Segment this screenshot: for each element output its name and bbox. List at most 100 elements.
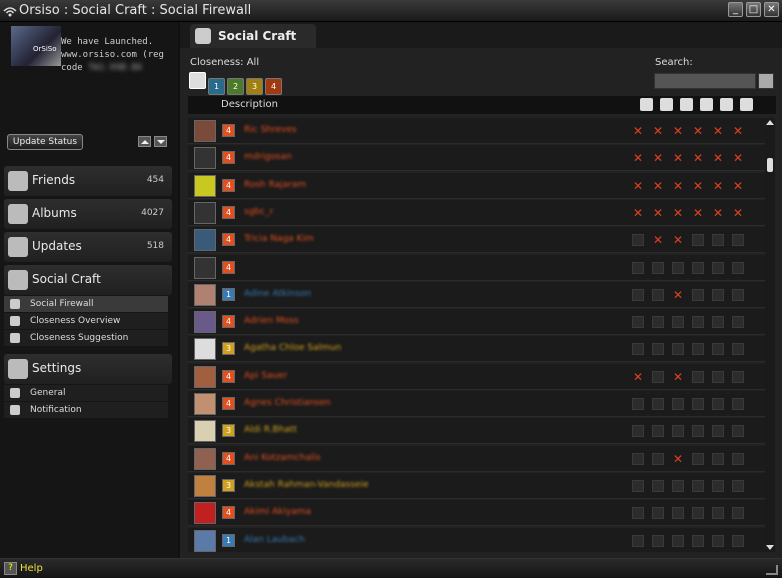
allowed-icon[interactable]: [732, 261, 744, 274]
friend-name[interactable]: Adrien Moss: [244, 316, 299, 326]
allowed-icon[interactable]: [712, 534, 724, 547]
allowed-icon[interactable]: [632, 452, 644, 465]
friend-name[interactable]: Agatha Chloe Salmun: [244, 343, 341, 353]
allowed-icon[interactable]: [652, 507, 664, 520]
allowed-icon[interactable]: [732, 452, 744, 465]
blocked-icon[interactable]: ✕: [732, 125, 744, 137]
table-row[interactable]: 4 Ric Shreves ✕ ✕ ✕ ✕ ✕ ✕: [188, 118, 766, 144]
blocked-icon[interactable]: ✕: [712, 180, 724, 192]
maximize-button[interactable]: □: [746, 2, 761, 17]
blocked-icon[interactable]: ✕: [672, 371, 684, 383]
allowed-icon[interactable]: [712, 452, 724, 465]
table-row[interactable]: 3 Aldi R.Bhatt: [188, 418, 766, 445]
friend-name[interactable]: Ani Kotzamchalis: [244, 453, 321, 463]
closeness-level-badge[interactable]: 4: [222, 315, 235, 329]
allowed-icon[interactable]: [632, 425, 644, 438]
nav-settings[interactable]: Settings: [4, 354, 172, 384]
allowed-icon[interactable]: [732, 288, 744, 301]
closeness-all-button[interactable]: [189, 72, 206, 89]
nav-item-closeness-overview[interactable]: Closeness Overview: [4, 313, 168, 329]
allowed-icon[interactable]: [692, 507, 704, 520]
blocked-icon[interactable]: ✕: [672, 152, 684, 164]
scrollbar[interactable]: [765, 118, 775, 552]
allowed-icon[interactable]: [632, 479, 644, 492]
closeness-level-badge[interactable]: 1: [222, 533, 235, 547]
blocked-icon[interactable]: ✕: [732, 152, 744, 164]
allowed-icon[interactable]: [712, 288, 724, 301]
closeness-2-button[interactable]: 2: [227, 78, 244, 95]
closeness-level-badge[interactable]: 4: [222, 205, 235, 219]
allowed-icon[interactable]: [672, 343, 684, 356]
blocked-icon[interactable]: ✕: [712, 125, 724, 137]
help-link[interactable]: Help: [20, 563, 43, 574]
closeness-level-badge[interactable]: 3: [222, 342, 235, 356]
scroll-down-arrow[interactable]: [766, 545, 774, 550]
allowed-icon[interactable]: [692, 316, 704, 329]
nav-item-closeness-suggestion[interactable]: Closeness Suggestion: [4, 330, 168, 346]
nav-item-notification[interactable]: Notification: [4, 402, 168, 418]
table-row[interactable]: 3 Agatha Chloe Salmun: [188, 336, 766, 363]
closeness-level-badge[interactable]: 4: [222, 397, 235, 410]
blocked-icon[interactable]: ✕: [672, 234, 684, 246]
table-row[interactable]: 4 Ani Kotzamchalis ✕: [188, 445, 766, 472]
closeness-level-badge[interactable]: 1: [222, 287, 235, 301]
allowed-icon[interactable]: [732, 479, 744, 492]
nav-item-general[interactable]: General: [4, 385, 168, 401]
allowed-icon[interactable]: [712, 398, 724, 410]
table-row[interactable]: 4 Rosh Rajaram ✕ ✕ ✕ ✕ ✕ ✕: [188, 172, 766, 199]
table-row[interactable]: 3 Akstah Rahman-Vandasseie: [188, 472, 766, 499]
allowed-icon[interactable]: [732, 425, 744, 438]
allowed-icon[interactable]: [632, 261, 644, 274]
resize-grip-icon[interactable]: [766, 565, 778, 575]
allowed-icon[interactable]: [652, 398, 664, 410]
table-row[interactable]: 4 Adrien Moss: [188, 309, 766, 336]
closeness-level-badge[interactable]: 4: [222, 178, 235, 192]
closeness-level-badge[interactable]: 3: [222, 424, 235, 438]
closeness-level-badge[interactable]: 4: [222, 451, 235, 465]
closeness-4-button[interactable]: 4: [265, 78, 282, 95]
allowed-icon[interactable]: [692, 261, 704, 274]
blocked-icon[interactable]: ✕: [712, 152, 724, 164]
minimize-button[interactable]: _: [728, 2, 743, 17]
allowed-icon[interactable]: [692, 452, 704, 465]
closeness-level-badge[interactable]: 4: [222, 124, 235, 137]
blocked-icon[interactable]: ✕: [632, 371, 644, 383]
blocked-icon[interactable]: ✕: [692, 125, 704, 137]
allowed-icon[interactable]: [652, 343, 664, 356]
allowed-icon[interactable]: [732, 316, 744, 329]
allowed-icon[interactable]: [732, 343, 744, 356]
allowed-icon[interactable]: [652, 425, 664, 438]
table-row[interactable]: 1 Alan Laubach: [188, 527, 766, 552]
allowed-icon[interactable]: [712, 316, 724, 329]
friend-name[interactable]: Alan Laubach: [244, 535, 305, 545]
allowed-icon[interactable]: [652, 261, 664, 274]
scroll-down-button[interactable]: [154, 136, 167, 147]
allowed-icon[interactable]: [712, 234, 724, 247]
closeness-level-badge[interactable]: 4: [222, 369, 235, 383]
friend-name[interactable]: Akimi Akiyama: [244, 507, 311, 517]
allowed-icon[interactable]: [692, 479, 704, 492]
blocked-icon[interactable]: ✕: [692, 152, 704, 164]
allowed-icon[interactable]: [692, 425, 704, 438]
allowed-icon[interactable]: [672, 261, 684, 274]
closeness-3-button[interactable]: 3: [246, 78, 263, 95]
allowed-icon[interactable]: [652, 316, 664, 329]
blocked-icon[interactable]: ✕: [712, 207, 724, 219]
blocked-icon[interactable]: ✕: [652, 180, 664, 192]
allowed-icon[interactable]: [652, 288, 664, 301]
allowed-icon[interactable]: [632, 288, 644, 301]
nav-item-social-firewall[interactable]: Social Firewall: [4, 296, 168, 312]
table-row[interactable]: 4 sgbc_r ✕ ✕ ✕ ✕ ✕ ✕: [188, 199, 766, 226]
friend-name[interactable]: Api Sauer: [244, 371, 287, 381]
allowed-icon[interactable]: [732, 398, 744, 410]
table-row[interactable]: 4 Akimi Akiyama: [188, 500, 766, 527]
nav-social-craft[interactable]: Social Craft: [4, 265, 172, 295]
search-icon[interactable]: [758, 73, 774, 89]
allowed-icon[interactable]: [652, 479, 664, 492]
blocked-icon[interactable]: ✕: [732, 207, 744, 219]
allowed-icon[interactable]: [712, 507, 724, 520]
blocked-icon[interactable]: ✕: [652, 125, 664, 137]
closeness-level-badge[interactable]: 4: [222, 233, 235, 247]
allowed-icon[interactable]: [672, 479, 684, 492]
friend-name[interactable]: Rosh Rajaram: [244, 180, 306, 190]
